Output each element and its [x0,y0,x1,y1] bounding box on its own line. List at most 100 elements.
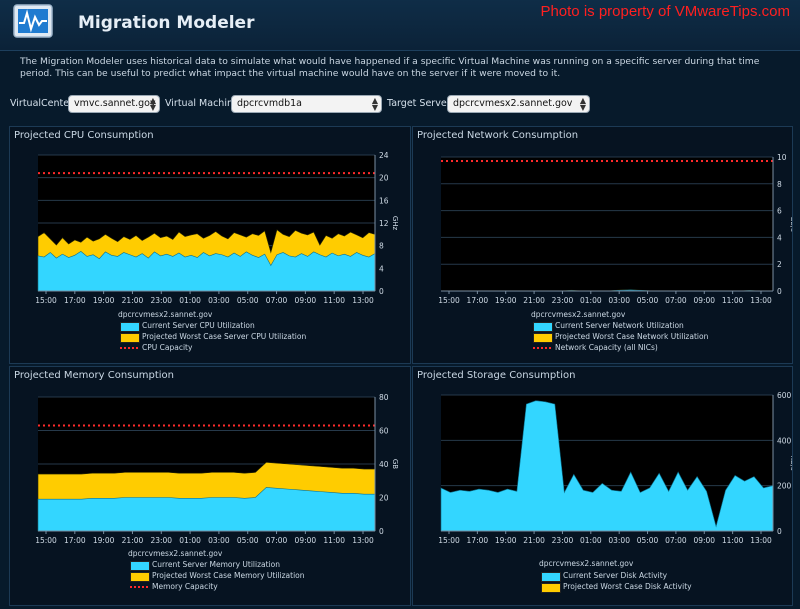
description-text: The Migration Modeler uses historical da… [20,56,760,79]
legend-label: Projected Worst Case Network Utilization [555,332,709,341]
y-tick-label: 8 [777,180,782,189]
x-tick-label: 01:00 [179,296,201,305]
legend-label: Current Server CPU Utilization [142,321,255,330]
y-axis-unit: Gb/s [789,216,792,232]
legend-label: Projected Worst Case Memory Utilization [152,571,305,580]
cpu-chart: 0 4 8 12 16 20 24 GHz 15:00 17:00 19:00 21:00 23:00 0… [35,151,399,305]
current-swatch [120,322,140,332]
x-tick-label: 21:00 [122,536,144,545]
x-tick-label: 15:00 [35,536,57,545]
capacity-swatch [130,586,148,588]
monitor-graph-icon [13,4,53,38]
x-tick-label: 01:00 [179,536,201,545]
x-tick-label: 01:00 [580,296,602,305]
worst-swatch [541,583,561,593]
y-tick-label: 24 [379,151,389,160]
y-tick-label: 8 [379,242,384,251]
x-tick-label: 11:00 [722,536,744,545]
page-title: Migration Modeler [78,13,255,33]
x-tick-label: 15:00 [35,296,57,305]
y-tick-label: 6 [777,207,782,216]
current-swatch [130,561,150,571]
x-tick-label: 05:00 [637,296,659,305]
y-tick-label: 2 [777,260,782,269]
app-header: Migration Modeler Photo is property of V… [0,0,800,51]
x-tick-label: 07:00 [266,536,288,545]
network-panel: Projected Network Consumption 0 2 4 6 8 10 Gb/… [412,126,793,364]
y-tick-label: 12 [379,219,389,228]
legend-label: Projected Worst Case Server CPU Utilizat… [142,332,307,341]
x-tick-label: 17:00 [467,536,489,545]
memory-panel: Projected Memory Consumption 0 20 40 60 80 GB… [9,366,411,606]
current-swatch [541,572,561,582]
x-tick-label: 23:00 [150,296,172,305]
x-tick-label: 01:00 [580,536,602,545]
storage-server-name: dpcrcvmesx2.sannet.gov [539,559,634,568]
network-chart: 0 2 4 6 8 10 Gb/s 15:00 17:00 19:00 21:00 23:00 01:0… [438,153,792,305]
capacity-swatch [533,347,551,349]
x-tick-label: 13:00 [750,296,772,305]
target-value: dpcrcvmesx2.sannet.gov [453,98,573,109]
y-tick-label: 400 [777,436,792,445]
vm-select[interactable]: dpcrcvmdb1a ▲ ▼ [231,95,382,113]
storage-chart: 0 200 400 600 KB/s 15:00 17:00 19:00 21:00 23:00 0… [438,391,792,545]
target-server-select[interactable]: dpcrcvmesx2.sannet.gov ▲ ▼ [447,95,590,113]
x-tick-label: 09:00 [693,536,715,545]
x-tick-label: 11:00 [722,296,744,305]
watermark-text: Photo is property of VMwareTips.com [540,3,790,20]
y-tick-label: 200 [777,482,792,491]
x-tick-label: 03:00 [608,536,630,545]
updown-arrow-icon: ▲ ▼ [371,96,378,112]
y-tick-label: 0 [777,287,782,296]
x-tick-label: 09:00 [295,536,317,545]
cpu-server-name: dpcrcvmesx2.sannet.gov [118,310,213,319]
updown-arrow-icon: ▲ ▼ [149,96,156,112]
y-tick-label: 16 [379,196,389,205]
x-tick-label: 17:00 [64,296,86,305]
worst-swatch [130,572,150,582]
legend-label: Network Capacity (all NICs) [555,343,658,352]
x-tick-label: 05:00 [237,536,259,545]
virtualcenter-label: VirtualCenter [10,98,74,109]
x-tick-label: 21:00 [122,296,144,305]
worst-swatch [533,333,553,343]
x-tick-label: 15:00 [438,296,460,305]
y-tick-label: 0 [379,287,384,296]
virtualcenter-select[interactable]: vmvc.sannet.gov ▲ ▼ [68,95,160,113]
x-tick-label: 07:00 [665,296,687,305]
x-tick-label: 15:00 [438,536,460,545]
updown-arrow-icon: ▲ ▼ [579,96,586,112]
current-utilization-area [37,250,376,292]
y-tick-label: 600 [777,391,792,400]
legend-label: Current Server Disk Activity [563,571,668,580]
y-tick-label: 80 [379,393,389,402]
x-tick-label: 05:00 [237,296,259,305]
y-tick-label: 20 [379,174,389,183]
x-tick-label: 05:00 [637,536,659,545]
network-server-name: dpcrcvmesx2.sannet.gov [531,310,626,319]
y-tick-label: 0 [777,527,782,536]
y-tick-label: 4 [777,233,782,242]
x-tick-label: 19:00 [93,296,115,305]
x-tick-label: 09:00 [693,296,715,305]
y-axis-unit: KB/s [789,455,792,471]
x-tick-label: 07:00 [665,536,687,545]
x-tick-label: 11:00 [323,296,345,305]
x-tick-label: 03:00 [608,296,630,305]
current-swatch [533,322,553,332]
x-tick-label: 13:00 [352,536,374,545]
legend-label: Current Server Memory Utilization [152,560,280,569]
y-axis-unit: GB [391,459,399,469]
x-tick-label: 19:00 [495,536,517,545]
x-tick-label: 19:00 [495,296,517,305]
y-tick-label: 10 [777,153,787,162]
legend-label: Projected Worst Case Disk Activity [563,582,692,591]
cpu-panel: Projected CPU Consumption 0 4 8 12 16 20 24 GHz… [9,126,411,364]
memory-chart: 0 20 40 60 80 GB 15:00 17:00 19:00 21:00 23:00 01:0… [35,393,399,545]
virtualcenter-value: vmvc.sannet.gov [74,98,156,109]
x-tick-label: 17:00 [467,296,489,305]
plot-area [441,157,773,291]
vm-label: Virtual Machine [165,98,239,109]
x-tick-label: 13:00 [750,536,772,545]
y-tick-label: 60 [379,427,389,436]
